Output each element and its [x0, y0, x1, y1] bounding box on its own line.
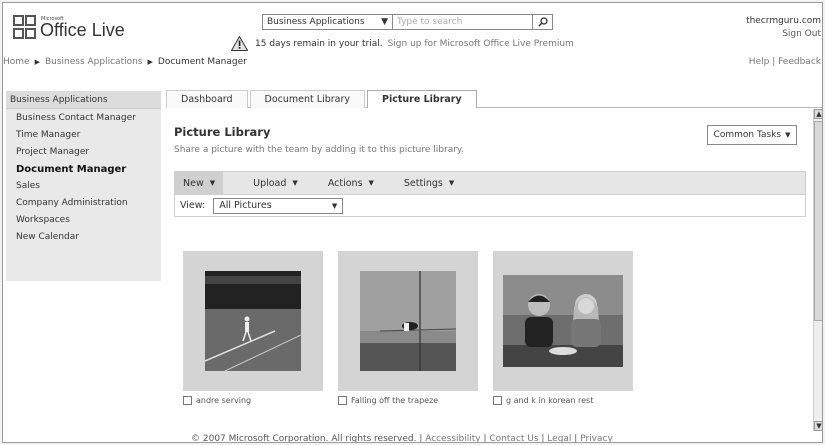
sidebar-item-time-manager[interactable]: Time Manager — [6, 126, 161, 143]
picture-caption-text[interactable]: andre serving — [196, 396, 251, 405]
sidebar-heading[interactable]: Business Applications — [6, 91, 161, 109]
warning-icon — [231, 36, 248, 51]
picture-thumbnail[interactable] — [183, 251, 323, 391]
picture-checkbox[interactable] — [183, 396, 192, 405]
picture-item: g and k in korean rest — [493, 251, 633, 405]
sidebar-item-workspaces[interactable]: Workspaces — [6, 211, 161, 228]
user-name: thecrmguru.com — [746, 16, 821, 26]
search-icon — [537, 17, 548, 27]
dropdown-caret-icon: ▼ — [331, 201, 338, 210]
restaurant-photo — [503, 275, 623, 367]
picture-item: andre serving — [183, 251, 323, 405]
dropdown-caret-icon: ▼ — [785, 131, 791, 139]
common-tasks-button[interactable]: Common Tasks ▼ — [707, 125, 797, 145]
view-label: View: — [180, 200, 206, 211]
sidebar-item-sales[interactable]: Sales — [6, 177, 161, 194]
footer-privacy-link[interactable]: Privacy — [580, 434, 613, 442]
sidebar: Business Applications Business Contact M… — [6, 91, 161, 281]
help-links: Help | Feedback — [749, 57, 821, 67]
picture-caption: Falling off the trapeze — [338, 396, 478, 405]
sidebar-item-business-contact-manager[interactable]: Business Contact Manager — [6, 109, 161, 126]
sidebar-item-project-manager[interactable]: Project Manager — [6, 143, 161, 160]
view-select-value: All Pictures — [219, 200, 272, 211]
footer-copyright: © 2007 Microsoft Corporation. All rights… — [191, 434, 417, 443]
search-category-value: Business Applications — [267, 17, 365, 27]
dropdown-caret-icon: ▼ — [448, 179, 455, 187]
tab-bar: Dashboard Document Library Picture Libra… — [166, 90, 822, 108]
help-link[interactable]: Help — [749, 57, 770, 67]
view-select[interactable]: All Pictures ▼ — [213, 197, 344, 214]
footer-contact-link[interactable]: Contact Us — [489, 434, 538, 442]
footer-legal-link[interactable]: Legal — [547, 434, 571, 442]
breadcrumb-arrow-icon: ▶ — [147, 58, 153, 66]
page-title: Picture Library — [174, 125, 271, 139]
picture-caption: andre serving — [183, 396, 323, 405]
sidebar-item-company-administration[interactable]: Company Administration — [6, 194, 161, 211]
sidebar-item-document-manager[interactable]: Document Manager — [6, 160, 161, 177]
dropdown-caret-icon: ▼ — [381, 17, 388, 27]
view-bar: View: All Pictures ▼ — [174, 195, 806, 217]
common-tasks-label: Common Tasks — [713, 130, 782, 140]
picture-caption-text[interactable]: Falling off the trapeze — [351, 396, 438, 405]
dropdown-caret-icon: ▼ — [292, 179, 298, 187]
settings-menu-label: Settings — [403, 177, 443, 189]
page-subtitle: Share a picture with the team by adding … — [174, 145, 464, 155]
scroll-down-icon[interactable]: ▼ — [814, 421, 822, 431]
breadcrumb-section[interactable]: Business Applications — [45, 57, 143, 67]
tab-dashboard[interactable]: Dashboard — [166, 90, 248, 108]
picture-thumbnail[interactable] — [338, 251, 478, 391]
trial-signup-link[interactable]: Sign up for Microsoft Office Live Premiu… — [388, 39, 574, 49]
main-content: Picture Library Share a picture with the… — [161, 109, 813, 431]
tab-picture-library[interactable]: Picture Library — [367, 90, 477, 108]
dropdown-caret-icon: ▼ — [368, 179, 374, 187]
trapeze-photo — [360, 271, 456, 371]
search-input[interactable]: Type to search — [393, 14, 533, 30]
picture-caption: g and k in korean rest — [493, 396, 633, 405]
vertical-scrollbar[interactable]: ▲ ▼ — [813, 109, 822, 431]
actions-menu-button[interactable]: Actions ▼ — [328, 178, 374, 189]
scrollbar-thumb[interactable] — [814, 121, 822, 321]
user-info: thecrmguru.com Sign Out — [746, 15, 821, 41]
tab-document-library[interactable]: Document Library — [249, 90, 366, 108]
picture-checkbox[interactable] — [338, 396, 347, 405]
upload-menu-button[interactable]: Upload ▼ — [253, 178, 298, 189]
feedback-link[interactable]: Feedback — [778, 57, 821, 67]
picture-checkbox[interactable] — [493, 396, 502, 405]
logo-microsoft-text: Microsoft — [41, 16, 64, 22]
upload-menu-label: Upload — [253, 177, 287, 189]
picture-grid: andre serving Falling off the trapeze g … — [183, 251, 648, 405]
search-category-select[interactable]: Business Applications ▼ — [262, 14, 393, 30]
picture-thumbnail[interactable] — [493, 251, 633, 391]
picture-caption-text[interactable]: g and k in korean rest — [506, 396, 593, 405]
browser-frame: Microsoft Office Live Business Applicati… — [2, 2, 823, 443]
picture-item: Falling off the trapeze — [338, 251, 478, 405]
sidebar-item-new-calendar[interactable]: New Calendar — [6, 228, 161, 245]
footer-accessibility-link[interactable]: Accessibility — [425, 434, 480, 442]
breadcrumb-home[interactable]: Home — [3, 57, 30, 67]
breadcrumb-current: Document Manager — [157, 57, 247, 67]
library-toolbar: New ▼ Upload ▼ Actions ▼ Settings ▼ — [174, 171, 806, 195]
footer: © 2007 Microsoft Corporation. All rights… — [191, 434, 613, 443]
sign-out-link[interactable]: Sign Out — [746, 28, 821, 41]
trial-text: 15 days remain in your trial. — [255, 38, 383, 49]
trial-notice: 15 days remain in your trial. Sign up fo… — [231, 36, 574, 51]
office-live-logo-icon — [13, 15, 37, 41]
scroll-up-icon[interactable]: ▲ — [814, 109, 822, 119]
help-separator: | — [772, 57, 776, 67]
breadcrumb: Home ▶ Business Applications ▶ Document … — [3, 57, 247, 67]
settings-menu-button[interactable]: Settings ▼ — [404, 178, 454, 189]
new-menu-label: New — [183, 177, 204, 189]
logo-name: Office Live — [40, 20, 125, 40]
breadcrumb-arrow-icon: ▶ — [34, 58, 40, 66]
dropdown-caret-icon: ▼ — [209, 179, 216, 187]
search-button[interactable] — [533, 14, 553, 30]
actions-menu-label: Actions — [327, 177, 363, 189]
new-menu-button[interactable]: New ▼ — [175, 172, 224, 194]
office-live-logo[interactable]: Microsoft Office Live — [13, 15, 125, 41]
search-box: Business Applications ▼ Type to search — [262, 14, 553, 30]
tennis-photo — [205, 271, 301, 371]
